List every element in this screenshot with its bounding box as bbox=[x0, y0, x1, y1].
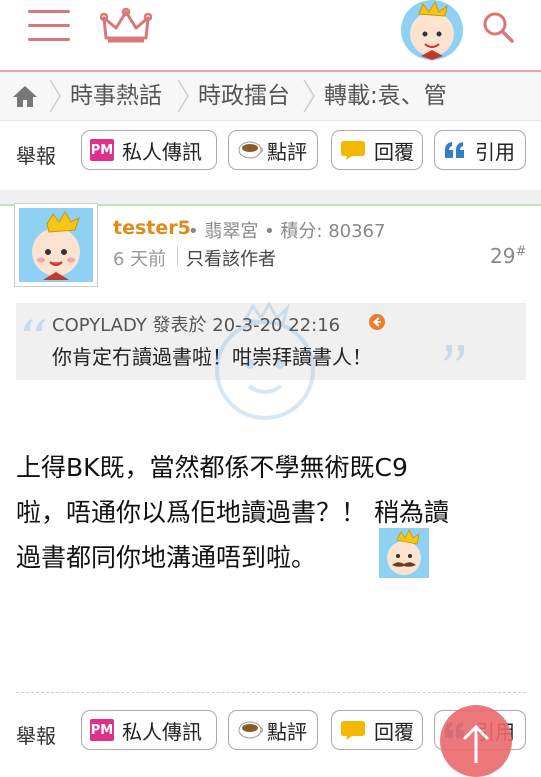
comment-button[interactable]: 點評 bbox=[228, 130, 318, 170]
quote-button[interactable]: 引用 bbox=[434, 130, 526, 170]
post-footer-divider bbox=[16, 692, 526, 693]
crown-icon[interactable] bbox=[99, 7, 153, 44]
author-rank: 翡翠宮 bbox=[204, 221, 259, 242]
comment-button-label: 點評 bbox=[267, 719, 307, 744]
back-to-top-button[interactable] bbox=[440, 705, 512, 777]
arrow-up-icon bbox=[463, 724, 489, 763]
author-meta: • 翡翠宮 • 積分: 80367 bbox=[188, 221, 386, 242]
pm-button[interactable]: PM 私人傳訊 bbox=[81, 710, 217, 750]
report-link[interactable]: 舉報 bbox=[16, 140, 56, 169]
quote-button-label: 引用 bbox=[475, 139, 515, 164]
post-time: 6 天前 bbox=[113, 249, 167, 270]
comment-button-label: 點評 bbox=[267, 139, 307, 164]
floor-number: 29# bbox=[490, 244, 527, 268]
breadcrumb-separator bbox=[49, 79, 61, 113]
post-body-line-3: 過書都同你地溝通唔到啦。 bbox=[16, 543, 317, 572]
search-icon[interactable] bbox=[481, 10, 515, 44]
post-body-line-1: 上得BK既，當然都係不學無術既C9 bbox=[16, 453, 408, 482]
goto-post-icon[interactable] bbox=[368, 313, 386, 331]
home-icon[interactable] bbox=[12, 84, 38, 108]
coffee-cup-icon bbox=[237, 139, 265, 161]
only-author-link[interactable]: 只看該作者 bbox=[186, 245, 276, 271]
coffee-cup-icon bbox=[237, 719, 265, 741]
pm-icon: PM bbox=[90, 719, 114, 741]
pm-button-label: 私人傳訊 bbox=[122, 719, 202, 744]
comment-button[interactable]: 點評 bbox=[228, 710, 318, 750]
breadcrumb-item-1[interactable]: 時事熱話 bbox=[70, 72, 162, 120]
breadcrumb-item-3[interactable]: 轉載:袁、管 bbox=[324, 72, 447, 120]
open-quote-icon bbox=[24, 319, 45, 331]
user-avatar[interactable] bbox=[401, 0, 463, 60]
reply-button[interactable]: 回覆 bbox=[331, 710, 423, 750]
pm-button[interactable]: PM 私人傳訊 bbox=[81, 130, 217, 170]
watermark-logo bbox=[205, 300, 325, 440]
author-name[interactable]: tester5 bbox=[113, 217, 191, 239]
reply-button-label: 回覆 bbox=[374, 139, 414, 164]
reply-button[interactable]: 回覆 bbox=[331, 130, 423, 170]
report-link[interactable]: 舉報 bbox=[16, 720, 56, 749]
pm-button-label: 私人傳訊 bbox=[122, 139, 202, 164]
hamburger-icon[interactable] bbox=[28, 10, 70, 42]
quote-mark-icon bbox=[443, 140, 467, 160]
meta-separator bbox=[177, 246, 178, 266]
close-quote-icon bbox=[444, 345, 464, 361]
reply-button-label: 回覆 bbox=[374, 719, 414, 744]
pm-icon: PM bbox=[90, 139, 114, 161]
author-points: 積分: 80367 bbox=[280, 221, 386, 242]
mustache-baby-emoji bbox=[379, 528, 429, 578]
speech-bubble-icon bbox=[340, 719, 366, 741]
breadcrumb-item-2[interactable]: 時政擂台 bbox=[198, 72, 290, 120]
breadcrumb-separator bbox=[177, 79, 189, 113]
author-avatar[interactable] bbox=[14, 203, 98, 287]
speech-bubble-icon bbox=[340, 139, 366, 161]
post-body-line-2: 啦，唔通你以爲佢地讀過書？！ 稍為讀 bbox=[16, 498, 449, 527]
breadcrumb: 時事熱話 時政擂台 轉載:袁、管 bbox=[0, 72, 541, 121]
breadcrumb-separator bbox=[303, 79, 315, 113]
